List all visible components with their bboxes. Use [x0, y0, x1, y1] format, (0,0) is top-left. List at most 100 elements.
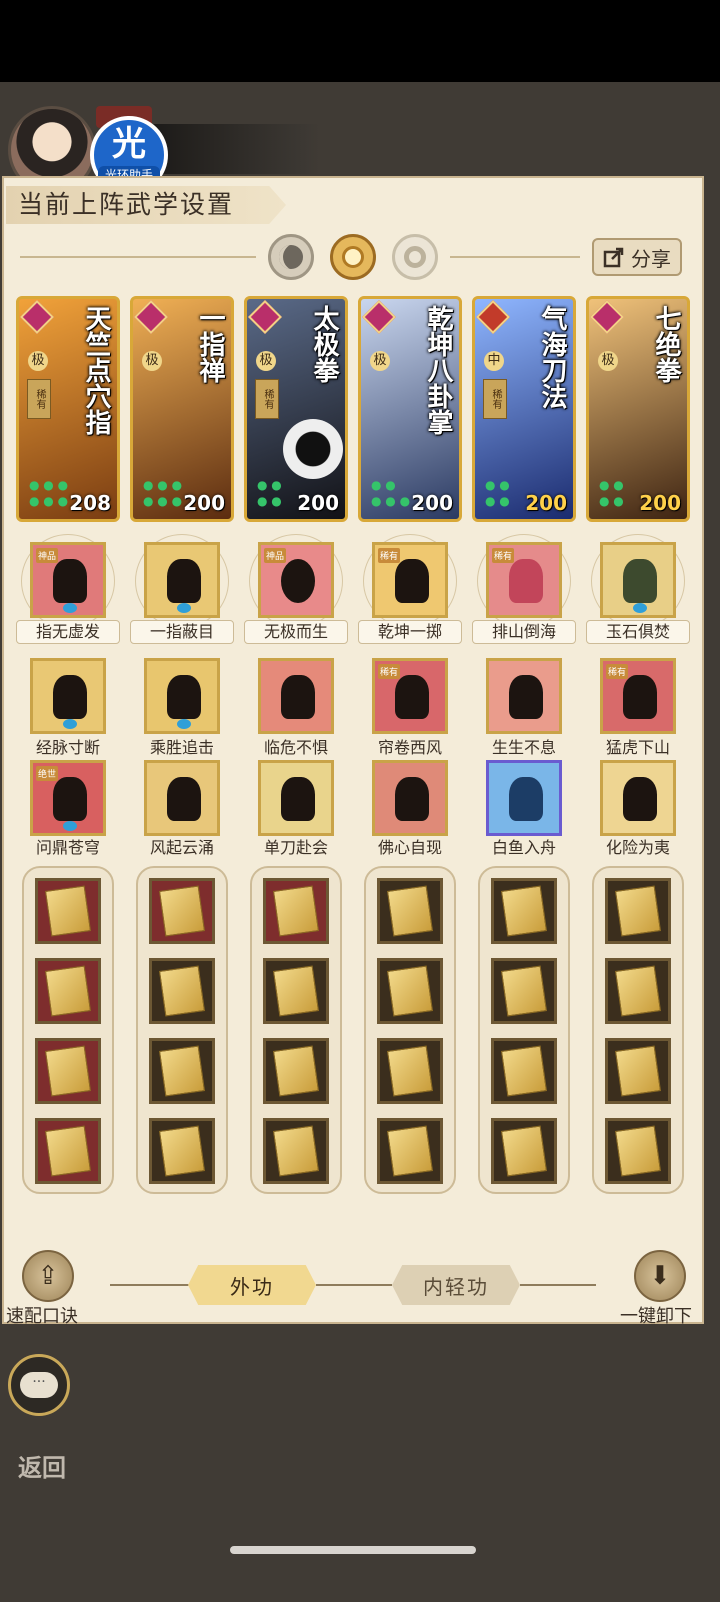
skill-icon[interactable] — [258, 658, 334, 734]
scroll-icon — [614, 965, 662, 1017]
scroll-slot[interactable] — [263, 878, 329, 944]
card-name: 太极拳 — [309, 305, 339, 383]
skill-label: 一指蔽目 — [130, 620, 234, 644]
sun-icon[interactable] — [330, 234, 376, 280]
quick-match-button[interactable]: ⇪ — [22, 1250, 74, 1302]
chat-icon: ··· — [20, 1372, 58, 1398]
skill-icon[interactable] — [486, 658, 562, 734]
chat-button[interactable]: ··· — [8, 1354, 70, 1416]
scroll-slot[interactable] — [377, 1038, 443, 1104]
scroll-slot[interactable] — [605, 958, 671, 1024]
scroll-slot[interactable] — [35, 1038, 101, 1104]
scroll-column — [22, 866, 114, 1194]
skill-icon[interactable] — [30, 658, 106, 734]
skill-label: 问鼎苍穹 — [35, 838, 100, 857]
skill-icon[interactable] — [144, 542, 220, 618]
taiji-icon — [283, 419, 343, 479]
scroll-icon — [158, 1045, 206, 1097]
back-button[interactable]: 返回 — [18, 1448, 66, 1483]
martial-card[interactable]: 中 稀有 气海刀法 ● ● ● ● 200 — [472, 296, 576, 522]
scroll-slot[interactable] — [263, 1038, 329, 1104]
logo-glyph: 光 — [112, 124, 146, 164]
scroll-column — [250, 866, 342, 1194]
tab-divider — [316, 1284, 392, 1286]
skill-icon[interactable]: 绝世 — [30, 760, 106, 836]
skill-icon[interactable] — [258, 760, 334, 836]
scroll-icon — [614, 1125, 662, 1177]
scroll-slot[interactable] — [149, 958, 215, 1024]
scroll-slot[interactable] — [605, 1038, 671, 1104]
tab-outer-skill[interactable]: 外功 — [188, 1265, 316, 1305]
skill-icon[interactable] — [486, 760, 562, 836]
scroll-slot[interactable] — [605, 1118, 671, 1184]
scroll-slot[interactable] — [263, 958, 329, 1024]
scroll-slot[interactable] — [35, 1118, 101, 1184]
martial-card[interactable]: 极 一指禅 ● ● ● ● ● ● 200 — [130, 296, 234, 522]
rank-gem-icon — [476, 300, 510, 334]
rank-gem-icon — [590, 300, 624, 334]
scroll-slot[interactable] — [263, 1118, 329, 1184]
card-rarity: 稀有 — [27, 379, 51, 419]
scroll-icon — [386, 885, 434, 937]
skill-icon[interactable]: 稀有 — [372, 542, 448, 618]
skill-icon[interactable] — [600, 542, 676, 618]
skill-label: 无极而生 — [244, 620, 348, 644]
skill-label: 猛虎下山 — [605, 738, 670, 757]
martial-card[interactable]: 极 七绝拳 ● ● ● ● 200 — [586, 296, 690, 522]
scroll-slot[interactable] — [377, 878, 443, 944]
unload-all-button[interactable]: ⬇ — [634, 1250, 686, 1302]
scroll-slot[interactable] — [35, 878, 101, 944]
skill-label: 化险为夷 — [605, 838, 670, 857]
martial-card[interactable]: 极 乾坤八卦掌 ● ● ● ● ● 200 — [358, 296, 462, 522]
scroll-slot[interactable] — [605, 878, 671, 944]
skill-icon[interactable] — [372, 760, 448, 836]
skill-icon[interactable]: 神品 — [30, 542, 106, 618]
scroll-icon — [158, 885, 206, 937]
skill-label: 乾坤一掷 — [358, 620, 462, 644]
skill-label: 指无虚发 — [16, 620, 120, 644]
rank-gem-icon — [248, 300, 282, 334]
skill-icon[interactable] — [144, 760, 220, 836]
scroll-slot[interactable] — [35, 958, 101, 1024]
skill-icon[interactable] — [144, 658, 220, 734]
skill-label: 帘卷西风 — [377, 738, 442, 757]
scroll-slot[interactable] — [149, 1038, 215, 1104]
share-icon — [603, 247, 624, 268]
scroll-column — [478, 866, 570, 1194]
scroll-slot[interactable] — [491, 1038, 557, 1104]
martial-card[interactable]: 极 稀有 太极拳 ● ● ● ● 200 — [244, 296, 348, 522]
scroll-column — [136, 866, 228, 1194]
pip-icons: ● ● ● ● ● ● — [143, 478, 183, 508]
card-rarity: 稀有 — [483, 379, 507, 419]
home-indicator[interactable] — [230, 1546, 476, 1554]
scroll-slot[interactable] — [149, 878, 215, 944]
scroll-slot[interactable] — [377, 958, 443, 1024]
moon-icon[interactable] — [268, 234, 314, 280]
tab-divider — [110, 1284, 190, 1286]
rank-gem-icon — [362, 300, 396, 334]
scroll-slot[interactable] — [377, 1118, 443, 1184]
skill-icon[interactable]: 稀有 — [600, 658, 676, 734]
pip-icons: ● ● ● ● ● — [371, 478, 411, 508]
scroll-slot[interactable] — [149, 1118, 215, 1184]
skill-icon[interactable]: 神品 — [258, 542, 334, 618]
martial-card[interactable]: 极 稀有 天竺点穴指 ● ● ● ● ● ● 208 — [16, 296, 120, 522]
skill-icon[interactable]: 稀有 — [486, 542, 562, 618]
card-name: 七绝拳 — [651, 305, 681, 383]
share-button[interactable]: 分享 — [592, 238, 682, 276]
pip-icons: ● ● ● ● — [599, 478, 624, 508]
skill-icon[interactable] — [600, 760, 676, 836]
pip-icons: ● ● ● ● — [257, 478, 282, 508]
card-grade: 极 — [28, 351, 48, 371]
ring-icon[interactable] — [392, 234, 438, 280]
skill-label: 玉石俱焚 — [586, 620, 690, 644]
scroll-icon — [386, 1045, 434, 1097]
scroll-slot[interactable] — [491, 1118, 557, 1184]
page-title: 当前上阵武学设置 — [18, 190, 235, 219]
scroll-slot[interactable] — [491, 878, 557, 944]
scroll-slot[interactable] — [491, 958, 557, 1024]
skill-icon[interactable]: 稀有 — [372, 658, 448, 734]
tab-inner-skill[interactable]: 内轻功 — [392, 1265, 520, 1305]
pip-icons: ● ● ● ● — [485, 478, 510, 508]
card-grade: 极 — [256, 351, 276, 371]
